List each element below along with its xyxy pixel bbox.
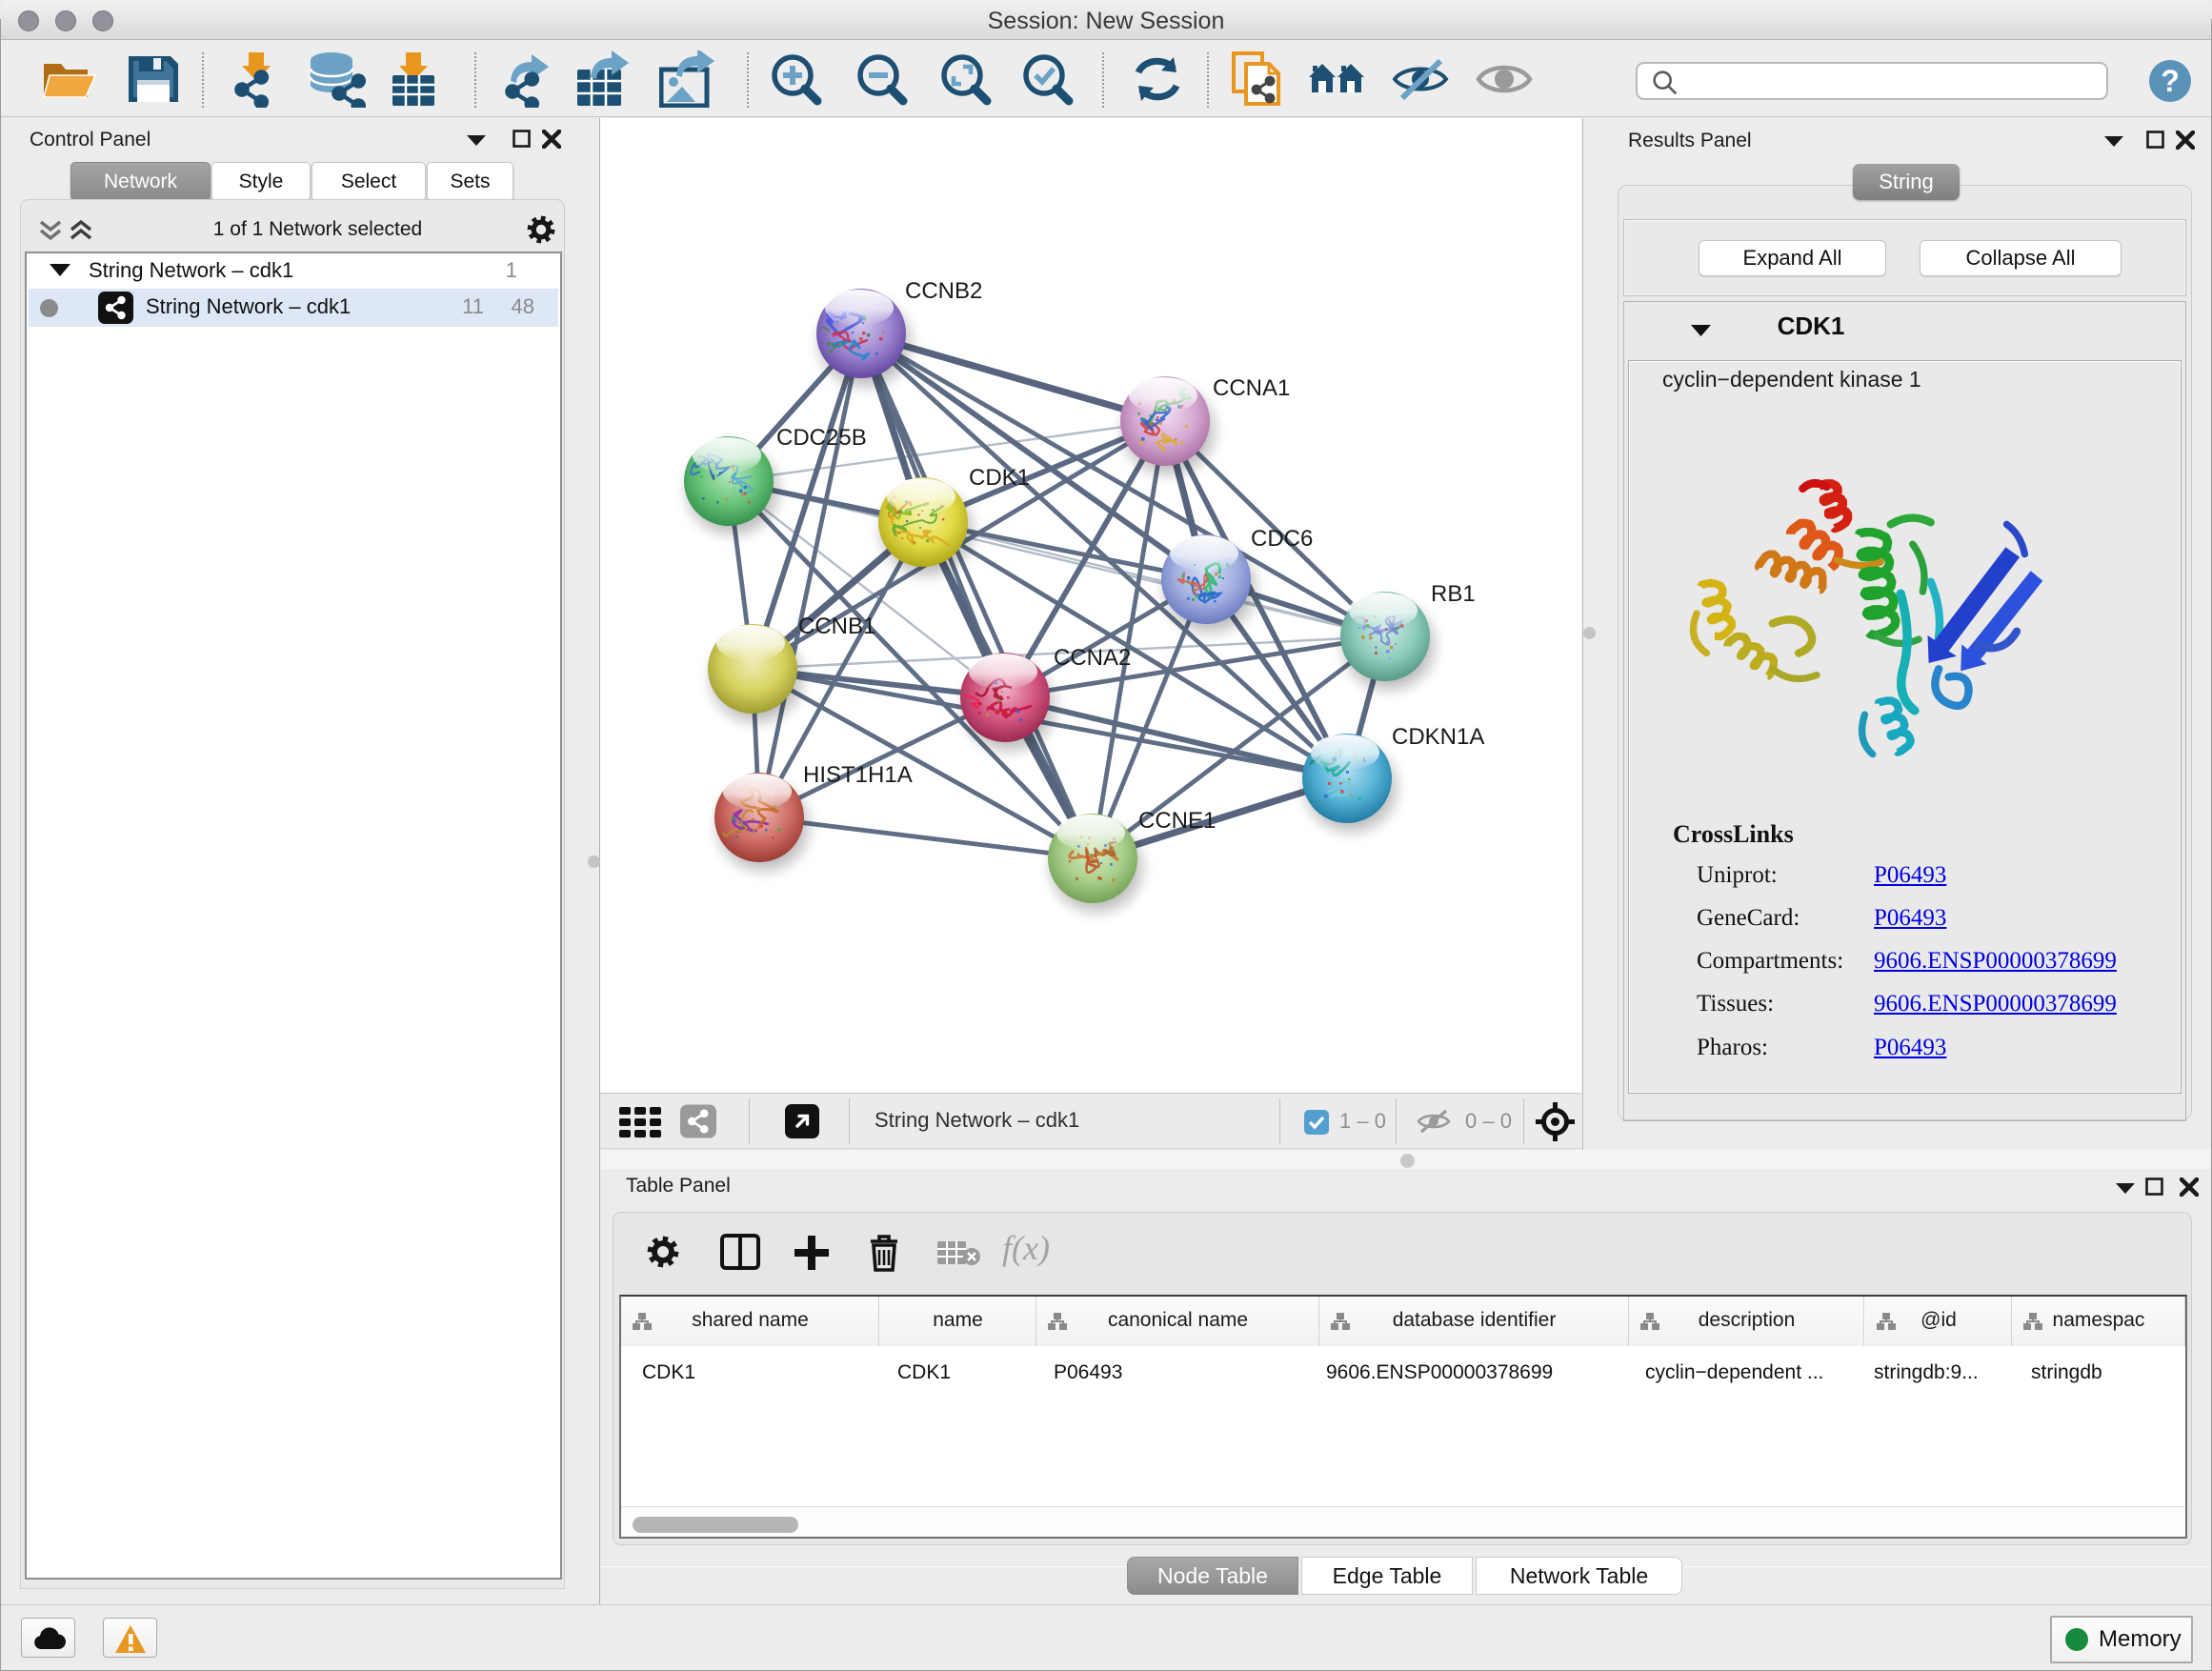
svg-text:CDKN1A: CDKN1A	[1392, 724, 1484, 750]
svg-text:CDK1: CDK1	[969, 465, 1030, 491]
svg-text:HIST1H1A: HIST1H1A	[803, 762, 913, 788]
svg-text:CDC25B: CDC25B	[776, 425, 867, 451]
svg-text:?: ?	[2161, 64, 2180, 98]
svg-text:RB1: RB1	[1431, 581, 1476, 607]
svg-text:CCNA1: CCNA1	[1213, 375, 1290, 401]
svg-text:CCNB2: CCNB2	[905, 278, 982, 304]
svg-text:CCNB1: CCNB1	[798, 614, 875, 639]
svg-text:CCNE1: CCNE1	[1138, 808, 1216, 834]
svg-text:CDC6: CDC6	[1251, 526, 1313, 552]
svg-text:CCNA2: CCNA2	[1054, 645, 1131, 671]
